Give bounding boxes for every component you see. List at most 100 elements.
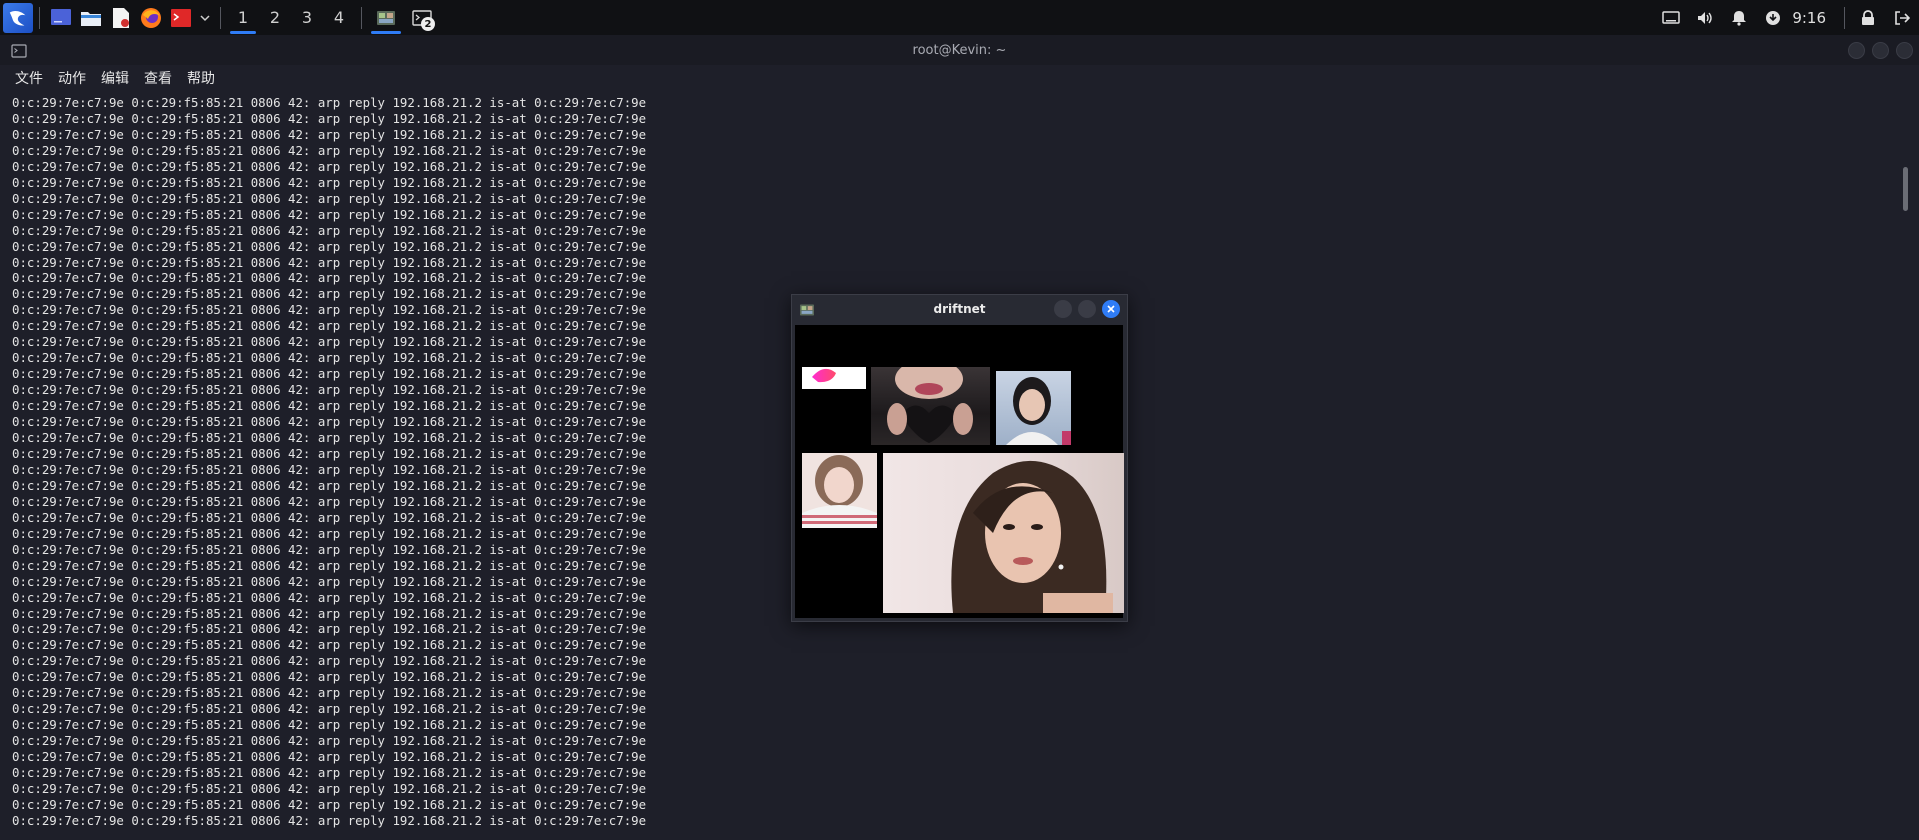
captured-image[interactable] [996,371,1071,445]
terminal-line: 0:c:29:7e:c7:9e 0:c:29:f5:85:21 0806 42:… [12,796,647,812]
menu-edit[interactable]: 编辑 [101,68,129,88]
driftnet-window-icon[interactable] [799,302,815,321]
text-editor-button[interactable] [108,5,134,31]
driftnet-titlebar[interactable]: driftnet [792,295,1127,323]
red-app-button[interactable] [168,5,194,31]
logout-button[interactable] [1885,0,1919,35]
terminal-line: 0:c:29:7e:c7:9e 0:c:29:f5:85:21 0806 42:… [12,270,647,286]
workspace-3[interactable]: 3 [291,0,323,35]
terminal-red-icon [171,8,191,27]
terminal-line: 0:c:29:7e:c7:9e 0:c:29:f5:85:21 0806 42:… [12,142,647,158]
terminal-line: 0:c:29:7e:c7:9e 0:c:29:f5:85:21 0806 42:… [12,733,647,749]
terminal-line: 0:c:29:7e:c7:9e 0:c:29:f5:85:21 0806 42:… [12,621,647,637]
window-title: root@Kevin: ~ [912,42,1007,58]
terminal-line: 0:c:29:7e:c7:9e 0:c:29:f5:85:21 0806 42:… [12,717,647,733]
menu-actions[interactable]: 动作 [58,68,86,88]
menu-help[interactable]: 帮助 [187,68,215,88]
minimize-button[interactable] [1848,42,1865,59]
menu-file[interactable]: 文件 [15,68,43,88]
workspace-label: 2 [269,8,281,27]
terminal-line: 0:c:29:7e:c7:9e 0:c:29:f5:85:21 0806 42:… [12,749,647,765]
terminal-scrollbar[interactable] [1903,167,1908,211]
workspace-label: 3 [301,8,313,27]
maximize-button[interactable] [1872,42,1889,59]
panel-separator [1844,6,1845,29]
notifications-button[interactable] [1722,0,1756,35]
text-editor-icon [113,7,129,28]
clock[interactable]: 9:16 [1792,9,1826,27]
workspace-2[interactable]: 2 [259,0,291,35]
driftnet-window-controls [1054,300,1120,318]
driftnet-maximize-button[interactable] [1078,300,1096,318]
terminal-icon [11,44,27,58]
terminal-line: 0:c:29:7e:c7:9e 0:c:29:f5:85:21 0806 42:… [12,222,647,238]
captured-image[interactable] [871,367,990,445]
workspace-4[interactable]: 4 [323,0,355,35]
driftnet-app-icon [800,304,814,316]
captured-image-graphic [887,367,973,443]
window-count-badge: 2 [421,17,435,31]
driftnet-title: driftnet [933,302,986,316]
menu-bar: 文件 动作 编辑 查看 帮助 [0,65,1919,90]
workspace-label: 4 [333,8,345,27]
kali-menu-button[interactable] [3,2,33,33]
terminal-line: 0:c:29:7e:c7:9e 0:c:29:f5:85:21 0806 42:… [12,190,647,206]
monitor-icon [1662,10,1681,24]
terminal-line: 0:c:29:7e:c7:9e 0:c:29:f5:85:21 0806 42:… [12,158,647,174]
terminal-line: 0:c:29:7e:c7:9e 0:c:29:f5:85:21 0806 42:… [12,206,647,222]
display-button[interactable] [1654,0,1688,35]
firefox-button[interactable] [138,5,164,31]
terminal-window-icon[interactable] [11,43,27,62]
captured-image[interactable] [802,367,866,389]
show-desktop-button[interactable] [48,5,74,31]
terminal-line: 0:c:29:7e:c7:9e 0:c:29:f5:85:21 0806 42:… [12,669,647,685]
workspace-1[interactable]: 1 [227,0,259,35]
terminal-line: 0:c:29:7e:c7:9e 0:c:29:f5:85:21 0806 42:… [12,95,647,110]
lock-icon [1862,9,1874,25]
task-terminal[interactable]: 2 [404,0,440,35]
logout-icon [1895,10,1910,25]
bell-icon [1732,10,1747,26]
terminal-line: 0:c:29:7e:c7:9e 0:c:29:f5:85:21 0806 42:… [12,238,647,254]
desktop-icon [51,8,71,25]
power-status-icon [1766,10,1781,25]
firefox-icon [141,7,161,28]
workspace-label: 1 [237,8,249,27]
captured-image[interactable] [802,453,877,528]
folder-icon [81,11,101,26]
close-button[interactable] [1896,42,1913,59]
system-tray: 9:16 [1654,0,1919,35]
captured-image[interactable] [883,453,1124,613]
terminal-line: 0:c:29:7e:c7:9e 0:c:29:f5:85:21 0806 42:… [12,254,647,270]
volume-button[interactable] [1688,0,1722,35]
driftnet-window: driftnet [791,294,1128,622]
panel-separator [220,6,221,29]
terminal-titlebar[interactable]: root@Kevin: ~ [0,35,1919,65]
chevron-down-icon [200,14,210,21]
speaker-icon [1698,11,1713,24]
app-dropdown-button[interactable] [198,5,212,31]
terminal-line: 0:c:29:7e:c7:9e 0:c:29:f5:85:21 0806 42:… [12,126,647,142]
panel-separator [39,6,40,29]
terminal-line: 0:c:29:7e:c7:9e 0:c:29:f5:85:21 0806 42:… [12,685,647,701]
captured-image-graphic [951,460,1113,613]
driftnet-minimize-button[interactable] [1054,300,1072,318]
terminal-line: 0:c:29:7e:c7:9e 0:c:29:f5:85:21 0806 42:… [12,110,647,126]
file-manager-button[interactable] [78,5,104,31]
task-driftnet[interactable] [368,0,404,35]
captured-image-graphic [802,455,877,528]
terminal-line: 0:c:29:7e:c7:9e 0:c:29:f5:85:21 0806 42:… [12,637,647,653]
captured-image-graphic [1006,377,1071,445]
terminal-line: 0:c:29:7e:c7:9e 0:c:29:f5:85:21 0806 42:… [12,812,647,828]
power-status-button[interactable] [1756,0,1790,35]
terminal-line: 0:c:29:7e:c7:9e 0:c:29:f5:85:21 0806 42:… [12,174,647,190]
driftnet-close-button[interactable] [1102,300,1120,318]
terminal-line: 0:c:29:7e:c7:9e 0:c:29:f5:85:21 0806 42:… [12,653,647,669]
captured-images-canvas[interactable] [795,325,1124,618]
window-controls [1848,42,1913,59]
lock-screen-button[interactable] [1851,0,1885,35]
terminal-line: 0:c:29:7e:c7:9e 0:c:29:f5:85:21 0806 42:… [12,765,647,781]
close-icon [1107,305,1115,313]
menu-view[interactable]: 查看 [144,68,172,88]
top-panel: 1 2 3 4 2 9:16 [0,0,1919,35]
